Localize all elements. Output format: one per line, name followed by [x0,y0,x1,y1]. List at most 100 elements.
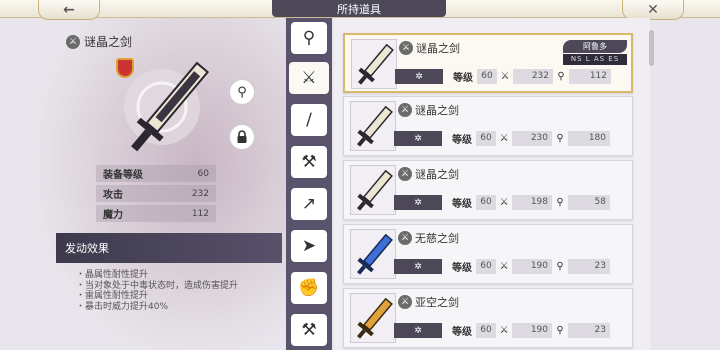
magic-icon: ⚲ [556,197,564,208]
sword-icon: ⚔ [301,68,317,88]
category-spear[interactable]: ↗ [291,188,327,220]
magic-value: 23 [568,259,610,274]
item-name: ⚔ 谜晶之剑 [399,40,460,56]
attack-value: 190 [512,259,552,274]
item-name-label: 谜晶之剑 [415,168,459,181]
level-label: 等级 [452,263,472,274]
sword-thumb-icon [357,105,393,147]
zoom-button[interactable]: ⚲ [229,79,255,105]
item-card[interactable]: ⚔ 谜晶之剑 ✲ 等级 60 ⚔ 230 ⚲ 180 [343,96,633,156]
bow-icon: ➤ [301,236,317,256]
detail-name-label: 谜晶之剑 [84,35,133,49]
item-name-label: 无慈之剑 [415,232,459,245]
effect-line: ・雷属性耐性提升 [76,291,149,301]
attack-value: 190 [512,323,552,338]
spear-icon: ↗ [301,194,317,214]
owner-name: 阿鲁多 [563,40,627,53]
attack-icon: ⚔ [499,261,509,272]
item-card[interactable]: ⚔ 亚空之剑 ✲ 等级 60 ⚔ 190 ⚲ 23 [343,288,633,348]
effect-line: ・晶属性耐性提升 [76,270,149,280]
attack-icon: ⚔ [499,133,509,144]
stat-value: 60 [197,168,209,179]
item-card[interactable]: ⚔ 谜晶之剑 阿鲁多 NS L AS ES ✲ 等级 60 ⚔ 232 ⚲ 11… [343,33,633,93]
back-button[interactable]: ← [38,0,100,20]
stat-row-magic: 魔力 112 [96,205,216,222]
sword-type-icon: ⚔ [399,41,413,55]
sword-type-icon: ⚔ [398,103,412,117]
hammer-icon: ⚒ [301,320,317,340]
effect-line: ・暴击时威力提升40% [76,301,169,312]
effect-line: ・当对象处于中毒状态时，造成伤害提升 [76,280,239,291]
level-value: 60 [476,131,496,146]
category-sword[interactable]: ⚔ [289,62,329,94]
rank-medal-icon [116,58,134,78]
magic-value: 23 [568,323,610,338]
item-name-label: 亚空之剑 [415,296,459,309]
category-fist[interactable]: ✊ [291,272,327,304]
level-label: 等级 [453,73,473,84]
stat-label: 攻击 [103,190,123,201]
rarity-star-icon: ✲ [394,259,442,274]
rarity-star-icon: ✲ [394,323,442,338]
katana-icon: ∕ [306,110,312,130]
left-arrow-icon: ← [63,1,75,18]
item-name: ⚔ 亚空之剑 [398,294,459,310]
sword-type-icon: ⚔ [66,34,80,49]
rarity-star-icon: ✲ [395,69,443,84]
gold-sword-thumb-icon [357,297,393,339]
stat-label: 装备等级 [103,170,143,181]
level-label: 等级 [452,199,472,210]
category-axe[interactable]: ⚒ [291,146,327,178]
category-katana[interactable]: ∕ [291,104,327,136]
attack-value: 198 [512,195,552,210]
detail-item-name: ⚔ 谜晶之剑 [66,33,132,50]
list-scrollbar[interactable] [649,30,654,66]
magnifier-icon: ⚲ [237,84,247,100]
item-thumbnail [350,229,396,279]
magic-icon: ⚲ [556,261,564,272]
attack-icon: ⚔ [499,325,509,336]
category-bow[interactable]: ➤ [291,230,327,262]
magic-icon: ⚲ [557,71,565,82]
item-stats-bar: ✲ 等级 60 ⚔ 190 ⚲ 23 [394,323,628,338]
category-hammer[interactable]: ⚒ [291,314,327,346]
axe-icon: ⚒ [301,152,317,172]
level-value: 60 [476,323,496,338]
magic-value: 58 [568,195,610,210]
stat-row-level: 装备等级 60 [96,165,216,182]
stat-value: 232 [191,188,209,199]
sword-type-icon: ⚔ [398,295,412,309]
lock-button[interactable] [229,124,255,150]
item-thumbnail [351,39,397,89]
sword-type-icon: ⚔ [398,231,412,245]
item-stats-bar: ✲ 等级 60 ⚔ 230 ⚲ 180 [394,131,628,146]
magic-value: 112 [569,69,611,84]
item-stats-bar: ✲ 等级 60 ⚔ 198 ⚲ 58 [394,195,628,210]
item-name: ⚔ 谜晶之剑 [398,102,459,118]
rarity-star-icon: ✲ [394,195,442,210]
close-button[interactable]: ✕ [622,0,684,20]
owner-badge: 阿鲁多 NS L AS ES [563,40,627,66]
item-card[interactable]: ⚔ 无慈之剑 ✲ 等级 60 ⚔ 190 ⚲ 23 [343,224,633,284]
owner-tag: NS L AS ES [563,54,627,65]
level-value: 60 [476,259,496,274]
effect-list: ・晶属性耐性提升 ・当对象处于中毒状态时，造成伤害提升 ・雷属性耐性提升 ・暴击… [76,270,238,312]
staff-icon: ⚲ [302,28,316,48]
stat-label: 魔力 [103,210,123,221]
level-value: 60 [476,195,496,210]
item-name: ⚔ 谜晶之剑 [398,166,459,182]
category-staff[interactable]: ⚲ [291,22,327,54]
item-card[interactable]: ⚔ 谜晶之剑 ✲ 等级 60 ⚔ 198 ⚲ 58 [343,160,633,220]
item-name-label: 谜晶之剑 [415,104,459,117]
stats-table: 装备等级 60 攻击 232 魔力 112 [96,165,216,225]
item-stats-bar: ✲ 等级 60 ⚔ 190 ⚲ 23 [394,259,628,274]
sword-type-icon: ⚔ [398,167,412,181]
item-stats-bar: ✲ 等级 60 ⚔ 232 ⚲ 112 [395,69,629,84]
item-thumbnail [350,293,396,343]
magic-icon: ⚲ [556,325,564,336]
item-name: ⚔ 无慈之剑 [398,230,459,246]
stat-row-attack: 攻击 232 [96,185,216,202]
attack-value: 230 [512,131,552,146]
item-thumbnail [350,101,396,151]
sword-thumb-icon [358,43,394,85]
